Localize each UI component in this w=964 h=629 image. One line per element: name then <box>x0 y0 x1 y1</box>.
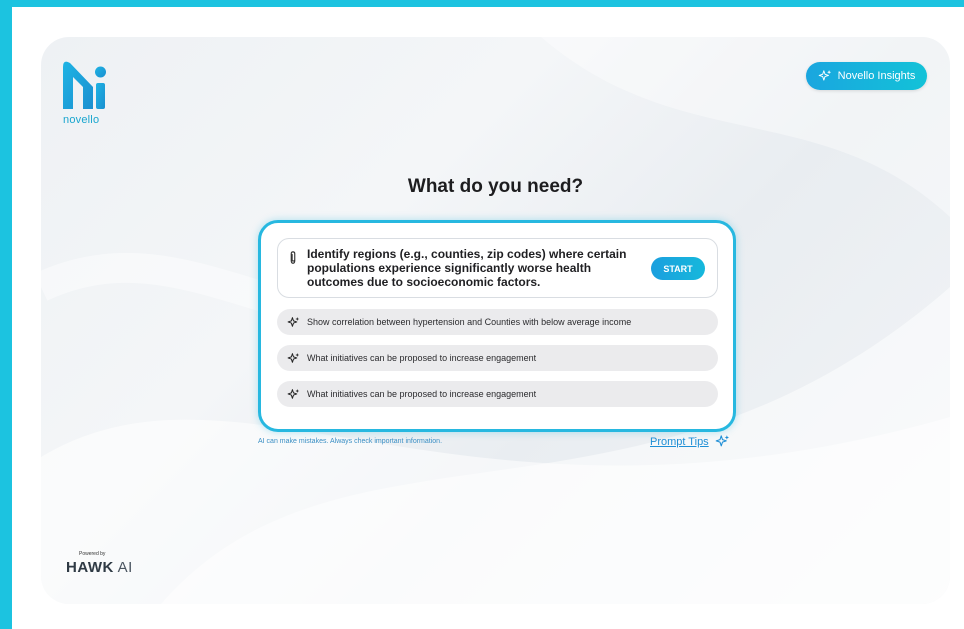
prompt-tips-link[interactable]: Prompt Tips <box>650 434 730 449</box>
powered-by-label: Powered by <box>79 551 106 557</box>
suggestion-item[interactable]: What initiatives can be proposed to incr… <box>277 345 718 371</box>
prompt-panel: Identify regions (e.g., counties, zip co… <box>258 220 736 432</box>
app-card: novello Novello Insights What do you nee… <box>41 37 950 604</box>
logo-text: novello <box>63 114 100 126</box>
sparkle-icon <box>287 316 300 327</box>
sparkle-icon <box>287 388 300 399</box>
disclaimer-text: AI can make mistakes. Always check impor… <box>258 438 443 445</box>
prompt-text[interactable]: Identify regions (e.g., counties, zip co… <box>307 247 647 289</box>
sparkle-icon <box>818 70 831 81</box>
hawk-ai-logo: HAWK AI <box>66 559 133 576</box>
hawk-ai-logo-light: AI <box>117 559 133 576</box>
novello-insights-button[interactable]: Novello Insights <box>806 62 927 90</box>
page-title: What do you need? <box>407 176 584 197</box>
frame-top-edge <box>0 0 964 7</box>
paperclip-icon[interactable] <box>288 251 298 265</box>
start-button[interactable]: START <box>651 257 705 280</box>
frame-left-edge <box>0 0 12 629</box>
prompt-tips-label[interactable]: Prompt Tips <box>650 436 709 448</box>
prompt-input[interactable]: Identify regions (e.g., counties, zip co… <box>277 238 718 298</box>
suggestion-item[interactable]: Show correlation between hypertension an… <box>277 309 718 335</box>
suggestion-item[interactable]: What initiatives can be proposed to incr… <box>277 381 718 407</box>
sparkle-icon <box>715 435 729 447</box>
hawk-ai-logo-bold: HAWK <box>66 559 114 576</box>
sparkle-icon <box>287 352 300 363</box>
suggestion-label: What initiatives can be proposed to incr… <box>307 389 537 399</box>
suggestion-label: What initiatives can be proposed to incr… <box>307 353 537 363</box>
suggestion-label: Show correlation between hypertension an… <box>307 317 632 327</box>
insights-button-label: Novello Insights <box>837 70 916 82</box>
